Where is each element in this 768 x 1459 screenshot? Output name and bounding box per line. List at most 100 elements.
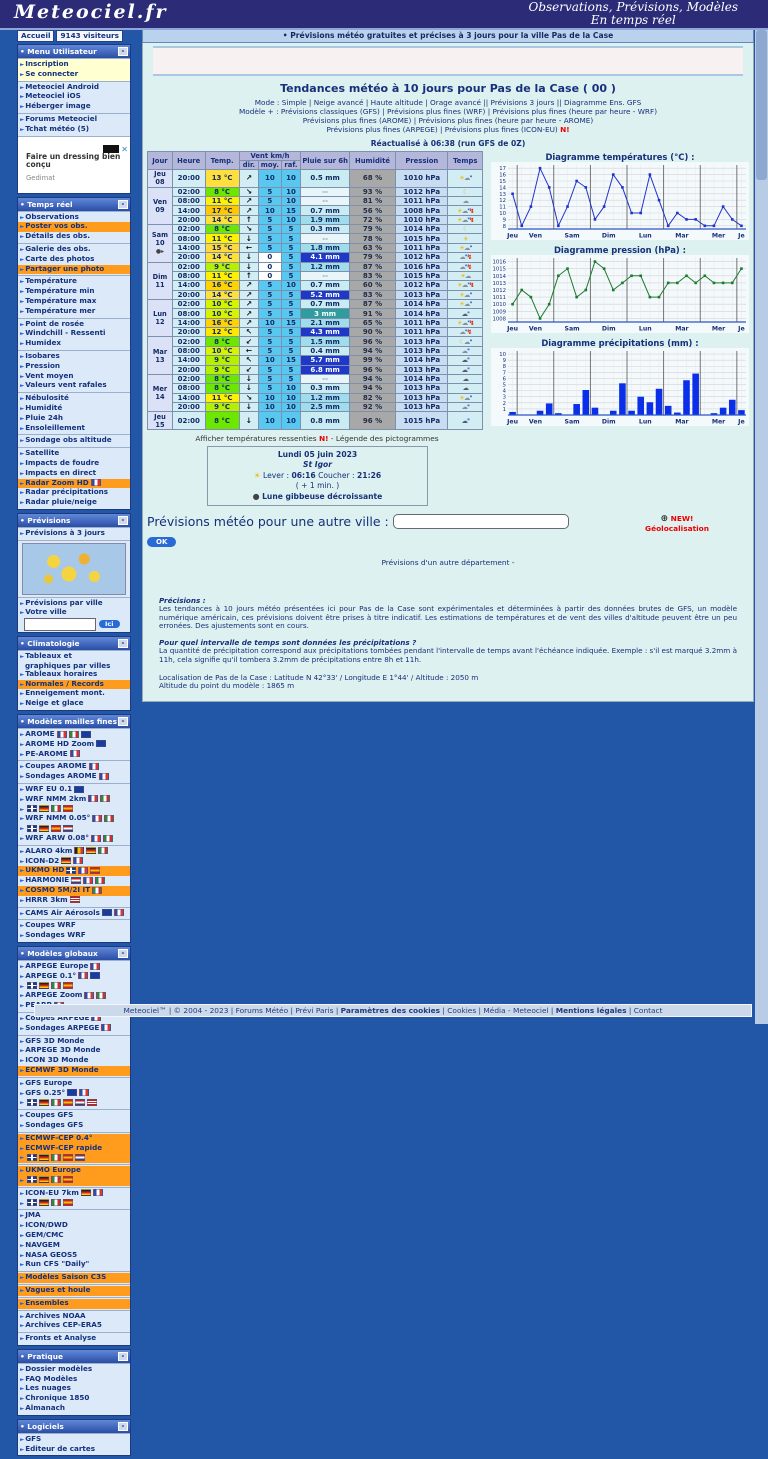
sidebar-item[interactable]: ►Tableaux horaires <box>18 670 130 680</box>
sidebar-item[interactable]: ►Meteociel Android <box>18 83 130 93</box>
sidebar-item[interactable]: ►Dossier modèles <box>18 1365 130 1375</box>
sidebar-item[interactable]: ►Modèles Saison C3S <box>18 1273 130 1283</box>
sidebar-item[interactable]: ► <box>18 1153 130 1164</box>
sidebar-item[interactable]: ►JMA <box>18 1211 130 1221</box>
sidebar-item[interactable]: ►ICON-D2 <box>18 857 130 867</box>
collapse-icon[interactable]: - <box>118 1421 128 1431</box>
sidebar-item[interactable]: ►ARPEGE 0.1° <box>18 972 130 982</box>
sidebar-item[interactable]: ►Ensoleillement <box>18 424 130 434</box>
sidebar-item[interactable]: ►Forums Meteociel <box>18 115 130 125</box>
sidebar-item[interactable]: ►Sondages GFS <box>18 1121 130 1131</box>
sidebar-item[interactable]: ►Humidité <box>18 404 130 414</box>
sidebar-item[interactable]: ►Vent moyen <box>18 372 130 382</box>
footer-link[interactable]: © 2004 - 2023 <box>174 1006 229 1015</box>
sidebar-item[interactable]: ►Run CFS "Daily" <box>18 1260 130 1270</box>
sidebar-item[interactable]: ►Se connecter <box>18 70 130 80</box>
sidebar-item[interactable]: ►Galerie des obs. <box>18 245 130 255</box>
sidebar-item[interactable]: ►NAVGEM <box>18 1241 130 1251</box>
sidebar-city-input[interactable] <box>24 618 96 632</box>
section-header[interactable]: • Prévisions - <box>18 513 130 527</box>
sidebar-item[interactable]: ► <box>18 824 130 834</box>
sidebar-item[interactable]: ►Meteociel iOS <box>18 92 130 102</box>
sidebar-item[interactable]: ►Radar pluie/neige <box>18 498 130 508</box>
sidebar-item[interactable]: ►Almanach <box>18 1404 130 1414</box>
sidebar-item[interactable]: ►Les nuages <box>18 1384 130 1394</box>
sidebar-item[interactable]: ► <box>18 1199 130 1209</box>
sidebar-item[interactable]: ►Impacts en direct <box>18 469 130 479</box>
ad-box[interactable]: ✕ Faire un dressing bien conçu Gedimat <box>18 135 130 193</box>
sidebar-item[interactable]: ►GFS <box>18 1435 130 1445</box>
sidebar-item[interactable]: ►Isobares <box>18 352 130 362</box>
sidebar-item[interactable]: ►HRRR 3km <box>18 896 130 906</box>
ok-button[interactable]: OK <box>147 536 177 547</box>
footer-link[interactable]: Contact <box>634 1006 663 1015</box>
sidebar-item[interactable]: ►WRF ARW 0.08° <box>18 834 130 844</box>
sidebar-item[interactable]: ►GFS Europe <box>18 1079 130 1089</box>
sidebar-item[interactable]: ►Archives CEP-ERA5 <box>18 1321 130 1331</box>
collapse-icon[interactable]: - <box>118 1351 128 1361</box>
sidebar-item[interactable]: ►Valeurs vent rafales <box>18 381 130 391</box>
section-header[interactable]: • Logiciels - <box>18 1419 130 1433</box>
footer-link[interactable]: Paramètres des cookies <box>341 1006 440 1015</box>
sidebar-item[interactable]: ► <box>18 805 130 815</box>
sidebar-item[interactable]: ►Sondage obs altitude <box>18 436 130 446</box>
sidebar-item[interactable]: ►Pression <box>18 362 130 372</box>
sidebar-item[interactable]: ►Enneigement mont. <box>18 689 130 699</box>
sidebar-item[interactable]: ►Tableaux et <box>18 652 130 662</box>
sidebar-item[interactable]: ►Vagues et houle <box>18 1285 130 1296</box>
sidebar-item[interactable]: ►Neige et glace <box>18 699 130 709</box>
section-header[interactable]: • Temps réel - <box>18 197 130 211</box>
sidebar-item[interactable]: ►ARPEGE Zoom <box>18 991 130 1001</box>
sidebar-item[interactable]: ►COSMO 5M/2I IT <box>18 886 130 896</box>
sidebar-item[interactable]: ►Température min <box>18 287 130 297</box>
sidebar-item[interactable]: ►Coupes AROME <box>18 762 130 772</box>
section-header[interactable]: • Modèles mailles fines - <box>18 715 130 729</box>
footer-link[interactable]: Prévi Paris <box>295 1006 333 1015</box>
scrollbar[interactable] <box>755 28 768 1024</box>
forecast-map-thumbnail[interactable] <box>22 542 126 595</box>
sidebar-item[interactable]: ►Ensembles <box>18 1298 130 1309</box>
collapse-icon[interactable]: - <box>118 717 128 727</box>
geolocation-link[interactable]: ⊕ NEW! Géolocalisation <box>645 514 709 533</box>
collapse-icon[interactable]: - <box>118 639 128 649</box>
sidebar-item[interactable]: ►GEM/CMC <box>18 1231 130 1241</box>
ici-button[interactable]: Ici <box>99 620 120 629</box>
sidebar-item[interactable]: ►WRF NMM 2km <box>18 795 130 805</box>
sidebar-item[interactable]: ►AROME <box>18 730 130 740</box>
sidebar-item[interactable]: ►Coupes WRF <box>18 921 130 931</box>
sidebar-item[interactable]: ► <box>18 982 130 992</box>
sidebar-item[interactable]: ►CAMS Air Aérosols <box>18 909 130 919</box>
sidebar-item[interactable]: ►HARMONIE <box>18 876 130 886</box>
sidebar-item[interactable]: ►Fronts et Analyse <box>18 1334 130 1344</box>
sidebar-item[interactable]: ►Température mer <box>18 307 130 317</box>
sidebar-item[interactable]: ►NASA GEOS5 <box>18 1251 130 1261</box>
collapse-icon[interactable]: - <box>118 199 128 209</box>
sidebar-item[interactable]: ►GFS 0.25° <box>18 1089 130 1099</box>
sidebar-item[interactable]: ►Poster vos obs. <box>18 222 130 233</box>
model-links-2[interactable]: Prévisions plus fines (AROME) | Prévisio… <box>147 116 749 125</box>
mode-links[interactable]: Mode : Simple | Neige avancé | Haute alt… <box>147 98 749 107</box>
sidebar-item[interactable]: ►ARPEGE 3D Monde <box>18 1046 130 1056</box>
sidebar-item[interactable]: ►Inscription <box>18 60 130 70</box>
sidebar-item[interactable]: ►Détails des obs. <box>18 232 130 242</box>
sidebar-item[interactable]: ►PE-AROME <box>18 750 130 760</box>
sidebar-item[interactable]: ► <box>18 1098 130 1108</box>
sidebar-item[interactable]: ►ICON-EU 7km <box>18 1189 130 1199</box>
sidebar-item[interactable]: ►Radar précipitations <box>18 488 130 498</box>
accueil-link[interactable]: Accueil <box>17 30 55 42</box>
footer-link[interactable]: Média - Meteociel <box>483 1006 548 1015</box>
model-links-1[interactable]: Modèle + : Prévisions classiques (GFS) |… <box>147 107 749 116</box>
sidebar-item[interactable]: ►ECMWF-CEP rapide <box>18 1143 130 1154</box>
sidebar-item[interactable]: graphiques par villes <box>18 662 130 670</box>
model-links-3[interactable]: Prévisions plus fines (ARPEGE) | Prévisi… <box>147 125 749 134</box>
sidebar-item[interactable]: ►Point de rosée <box>18 320 130 330</box>
sidebar-item[interactable]: ►Satellite <box>18 449 130 459</box>
department-select[interactable]: Prévisions d'un autre département - <box>147 558 749 567</box>
sidebar-item[interactable]: ►Chronique 1850 <box>18 1394 130 1404</box>
ad-close-icon[interactable]: ✕ <box>121 145 128 154</box>
sidebar-item[interactable]: ►ECMWF-CEP 0.4° <box>18 1133 130 1144</box>
sidebar-item[interactable]: ►Sondages ARPEGE <box>18 1024 130 1034</box>
sidebar-item[interactable]: ►Prévisions à 3 jours <box>18 529 130 539</box>
sidebar-item[interactable]: ►Héberger image <box>18 102 130 112</box>
sidebar-item[interactable]: ►Impacts de foudre <box>18 459 130 469</box>
